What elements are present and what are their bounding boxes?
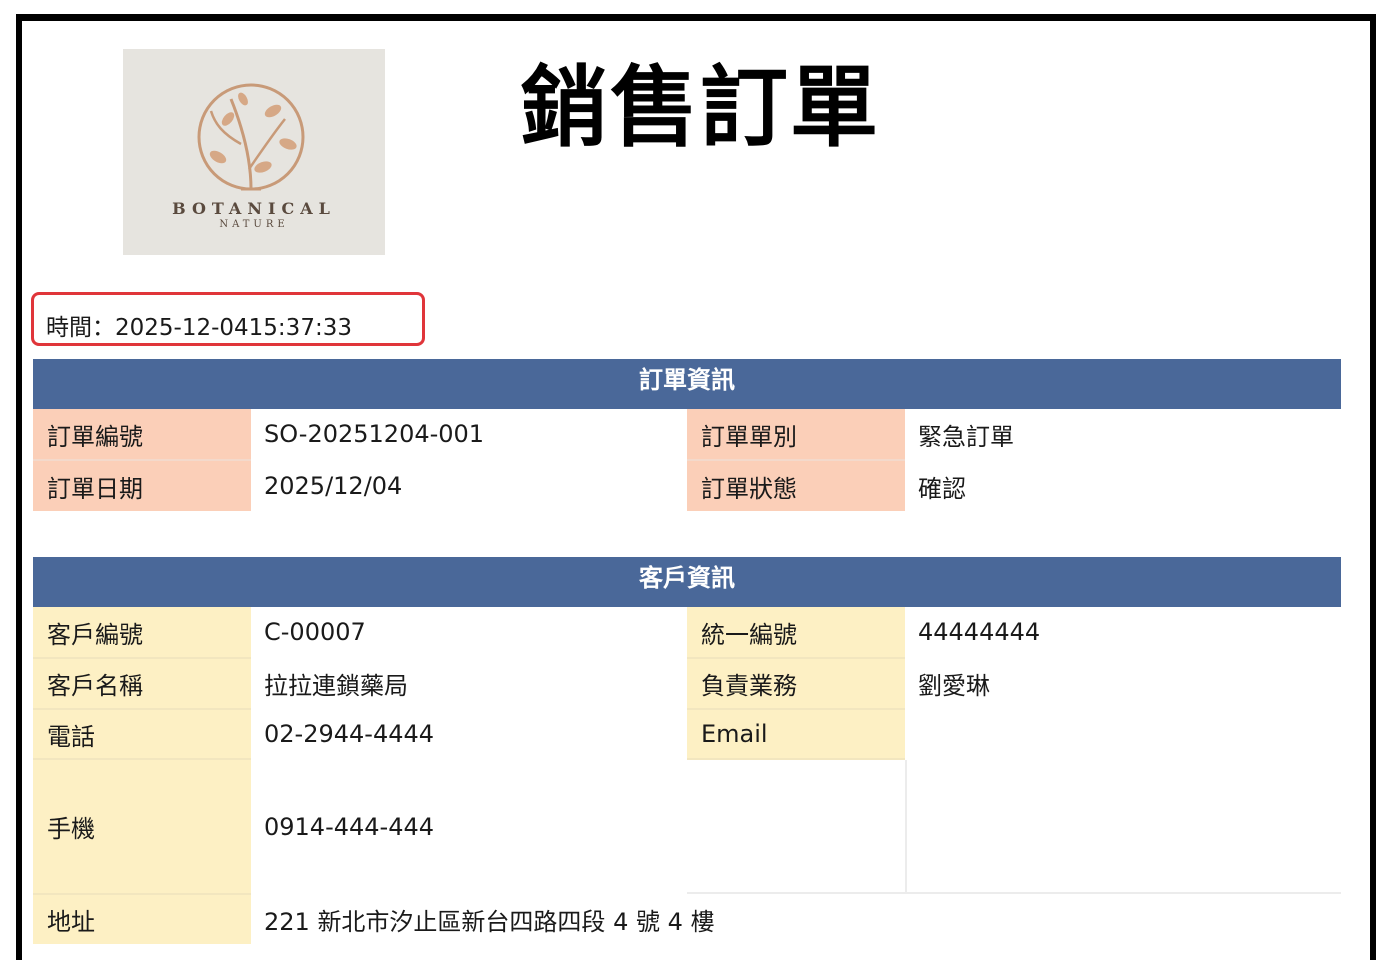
order-date-label: 訂單日期 [33, 461, 251, 511]
logo-sub-text: NATURE [219, 219, 289, 230]
mobile-label: 手機 [33, 760, 251, 893]
mobile-value: 0914-444-444 [264, 812, 435, 841]
address-label: 地址 [33, 895, 251, 944]
logo-brand-text: BOTANICAL [172, 199, 336, 218]
tax-id-value: 44444444 [918, 618, 1041, 646]
sales-rep-value: 劉愛琳 [918, 672, 990, 700]
order-status-label: 訂單狀態 [687, 461, 905, 511]
email-label: Email [687, 710, 905, 758]
timestamp-text: 時間：2025-12-0415:37:33 [46, 315, 352, 341]
order-status-value: 確認 [918, 474, 966, 503]
customer-id-label: 客戶編號 [33, 607, 251, 657]
order-type-value: 緊急訂單 [918, 422, 1014, 451]
row-divider [687, 758, 905, 760]
document-title: 銷售訂單 [520, 56, 881, 159]
order-date-value: 2025/12/04 [264, 472, 403, 500]
order-info-header: 訂單資訊 [33, 359, 1341, 409]
phone-label: 電話 [33, 710, 251, 758]
customer-id-value: C-00007 [264, 618, 366, 646]
order-type-label: 訂單單別 [687, 409, 905, 459]
sales-rep-label: 負責業務 [687, 659, 905, 708]
address-value: 221 新北市汐止區新台四路四段 4 號 4 樓 [264, 908, 715, 936]
customer-info-header: 客戶資訊 [33, 557, 1341, 607]
order-number-value: SO-20251204-001 [264, 420, 485, 448]
customer-name-value: 拉拉連鎖藥局 [264, 672, 408, 700]
row-divider [687, 892, 1341, 894]
column-divider [905, 760, 907, 893]
company-logo: BOTANICAL NATURE [123, 49, 385, 255]
customer-name-label: 客戶名稱 [33, 659, 251, 708]
tax-id-label: 統一編號 [687, 607, 905, 657]
order-number-label: 訂單編號 [33, 409, 251, 459]
email-value [905, 710, 1341, 758]
phone-value: 02-2944-4444 [264, 720, 435, 748]
